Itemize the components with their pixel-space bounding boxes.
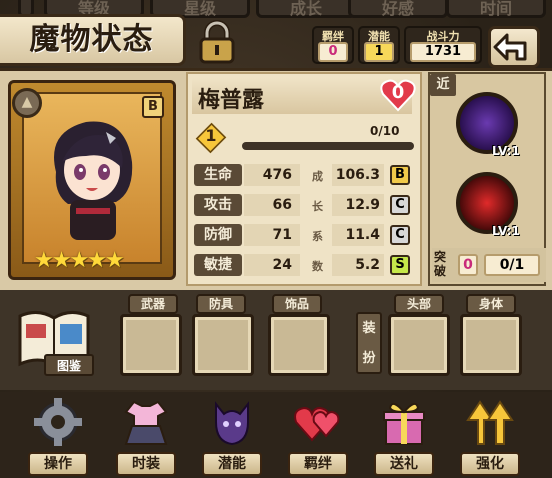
grade-badge: C <box>390 225 410 245</box>
enhance-button[interactable]: 强化 <box>450 392 530 478</box>
character-name: 梅普露 <box>198 88 265 113</box>
skill-2-level: LV:1 <box>492 224 520 238</box>
accessory-slot[interactable] <box>268 314 330 376</box>
tab-time[interactable]: 时间 <box>446 0 546 18</box>
growth-char: 系 <box>312 230 323 243</box>
potential-value: 1 <box>364 42 394 62</box>
skill-1-level: LV:1 <box>492 144 520 158</box>
power-value: 1731 <box>410 42 476 62</box>
attr-label: 生命 <box>194 164 242 186</box>
enhance-label: 强化 <box>460 452 520 476</box>
weapon-slot[interactable] <box>120 314 182 376</box>
attribute-table: 生命 476 成 106.3 B 攻击 66 长 12.9 C 防御 71 系 … <box>194 164 420 280</box>
weapon-label: 武器 <box>128 294 178 314</box>
growth-value: 11.4 <box>332 224 384 246</box>
upgrade-arrows-icon <box>466 400 514 445</box>
fashion-button[interactable]: 时装 <box>106 392 186 478</box>
gear-icon <box>34 398 82 446</box>
back-button[interactable] <box>488 26 540 68</box>
lock-icon[interactable] <box>196 20 238 64</box>
power-stat: 战斗力 1731 <box>404 26 482 64</box>
star-rating: ★★★★★ <box>34 248 125 273</box>
attr-value: 71 <box>272 227 292 243</box>
grade-badge: C <box>390 195 410 215</box>
growth-value: 5.2 <box>332 254 384 276</box>
tab-affection[interactable]: 好感 <box>348 0 448 18</box>
tab-growth[interactable]: 成长 <box>256 0 356 18</box>
attr-label: 攻击 <box>194 194 242 216</box>
level-value: 1 <box>205 126 217 145</box>
armor-slot[interactable] <box>192 314 254 376</box>
breakthrough-count: 0 <box>458 254 478 276</box>
mountain-icon: ▲ <box>12 88 42 118</box>
affection-value: 0 <box>391 82 405 103</box>
potential-stat: 潜能 1 <box>358 26 400 64</box>
bond-label-btn: 羁绊 <box>288 452 348 476</box>
page-title: 魔物状态 <box>0 14 186 66</box>
fashion-label: 时装 <box>116 452 176 476</box>
armor-label: 防具 <box>196 294 246 314</box>
xp-bar <box>242 142 414 150</box>
codex-button[interactable]: 图鉴 <box>44 354 94 376</box>
growth-value: 106.3 <box>332 164 384 186</box>
grade-badge: B <box>390 165 410 185</box>
shadow-icon <box>215 401 249 446</box>
attr-value: 24 <box>272 257 292 273</box>
operate-button[interactable]: 操作 <box>18 392 98 478</box>
head-slot[interactable] <box>388 314 450 376</box>
character-portrait <box>54 121 133 240</box>
attr-label: 防御 <box>194 224 242 246</box>
potential-button[interactable]: 潜能 <box>192 392 272 478</box>
potential-label: 潜能 <box>202 452 262 476</box>
growth-char: 数 <box>312 260 323 273</box>
breakthrough-label: 突破 <box>434 250 447 278</box>
growth-char: 成 <box>312 170 323 183</box>
body-slot[interactable] <box>460 314 522 376</box>
bond-stat: 羁绊 0 <box>312 26 354 64</box>
costume-label: 装扮 <box>356 312 382 374</box>
gift-icon <box>383 402 425 445</box>
attr-value: 476 <box>262 167 292 183</box>
range-tag: 近 <box>430 74 456 96</box>
bond-value: 0 <box>318 42 348 62</box>
grade-badge: S <box>390 255 410 275</box>
rank-badge: B <box>142 96 164 118</box>
bond-button[interactable]: 羁绊 <box>278 392 358 478</box>
growth-value: 12.9 <box>332 194 384 216</box>
breakthrough-progress: 0/1 <box>484 254 540 276</box>
gift-label: 送礼 <box>374 452 434 476</box>
operate-label: 操作 <box>28 452 88 476</box>
body-label: 身体 <box>466 294 516 314</box>
attr-value: 66 <box>272 197 292 213</box>
xp-text: 0/10 <box>370 124 400 138</box>
attr-label: 敏捷 <box>194 254 242 276</box>
hearts-icon <box>294 406 340 442</box>
outfit-icon <box>124 400 168 445</box>
accessory-label: 饰品 <box>272 294 322 314</box>
gift-button[interactable]: 送礼 <box>364 392 444 478</box>
head-label: 头部 <box>394 294 444 314</box>
back-arrow-icon <box>493 33 527 61</box>
growth-char: 长 <box>312 200 323 213</box>
